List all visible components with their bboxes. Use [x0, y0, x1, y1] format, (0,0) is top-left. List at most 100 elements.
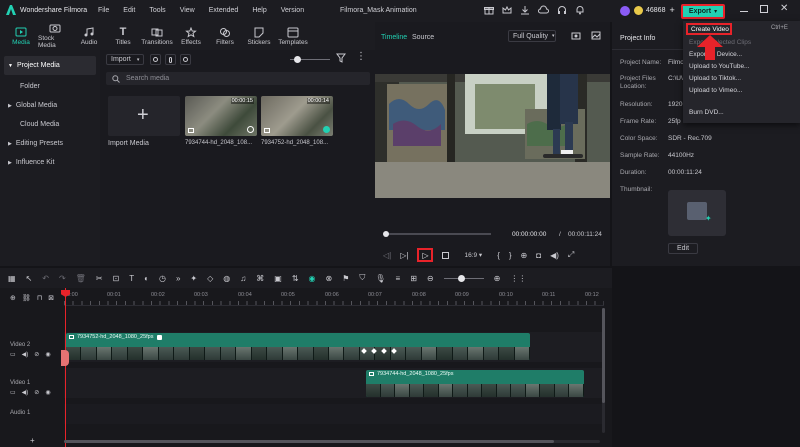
mix-icon[interactable]: ⊗ [326, 274, 333, 283]
tab-source[interactable]: Source [412, 34, 434, 41]
undo-icon[interactable]: ↶ [42, 274, 49, 283]
folder-icon[interactable]: ▭ [10, 389, 16, 396]
record-icon[interactable] [150, 54, 161, 65]
sidebar-item-editing-presets[interactable]: ▶ Editing Presets [0, 134, 100, 153]
select-tool-icon[interactable]: ↖ [26, 274, 33, 283]
tab-titles[interactable]: T Titles [106, 26, 140, 46]
tab-timeline[interactable]: Timeline [381, 34, 407, 41]
horizontal-scrollbar[interactable] [64, 440, 600, 443]
edit-thumbnail-button[interactable]: Edit [668, 243, 698, 254]
audio-ducking-icon[interactable]: ♫ [240, 274, 246, 283]
sidebar-item-project-media[interactable]: ▼ Project Media [4, 56, 96, 75]
timeline-playhead[interactable] [65, 288, 66, 447]
shield-icon[interactable]: ⛉ [359, 273, 365, 283]
quality-dropdown[interactable]: Full Quality ▾ [508, 30, 556, 42]
color-icon[interactable]: ◍ [223, 274, 230, 283]
search-input[interactable]: Search media [106, 72, 370, 85]
cloud-upload-icon[interactable] [538, 5, 549, 15]
mark-out-icon[interactable]: } [509, 251, 512, 260]
sidebar-item-influence-kit[interactable]: ▶ Influence Kit [0, 153, 100, 172]
aspect-ratio-dropdown[interactable]: 16:9 ▾ [464, 251, 482, 259]
keyframe-dot[interactable] [361, 348, 367, 354]
mask-icon[interactable]: ◐ [144, 274, 149, 283]
next-frame-icon[interactable]: ▷| [400, 251, 408, 260]
thumbnail-size-slider[interactable] [290, 56, 330, 63]
microphone-icon[interactable] [165, 54, 176, 65]
add-credits-icon[interactable]: + [669, 5, 674, 15]
marker-icon[interactable]: ⚑ [342, 274, 349, 283]
ai-cutout-icon[interactable]: ◉ [309, 274, 316, 283]
text-icon[interactable]: T [129, 274, 134, 283]
headset-icon[interactable] [557, 5, 567, 15]
zoom-icon[interactable]: ⊕ [521, 251, 528, 260]
lock-track-icon[interactable]: ⊠ [48, 294, 54, 302]
keyframe-dot[interactable] [391, 348, 397, 354]
tab-stock-media[interactable]: Stock Media [38, 23, 72, 49]
lock-icon[interactable]: ⊘ [34, 351, 39, 358]
create-video-item[interactable]: Create Video [686, 23, 732, 35]
sidebar-item-global-media[interactable]: ▶ Global Media [0, 96, 100, 115]
tab-transitions[interactable]: Transitions [140, 27, 174, 46]
add-track-icon[interactable]: ⊕ [10, 294, 16, 302]
scrollbar-thumb[interactable] [602, 308, 605, 403]
upload-youtube-item[interactable]: Upload to YouTube... [689, 63, 749, 70]
folder-icon[interactable]: ▭ [10, 351, 16, 358]
playback-progress[interactable] [383, 231, 491, 237]
timeline-ruler[interactable]: 00:00 00:01 00:02 00:03 00:04 00:05 00:0… [64, 288, 604, 306]
timeline-clip-video-2[interactable]: 7934752-hd_2048_1080_25fps [66, 333, 530, 360]
grid-menu-icon[interactable]: ⋮⋮ [510, 274, 526, 283]
more-tools-icon[interactable]: » [176, 274, 180, 283]
credits-badge[interactable]: 46868 + [634, 5, 675, 15]
menu-extended[interactable]: Extended [209, 7, 239, 14]
crop-icon[interactable]: ⊡ [113, 274, 120, 283]
layout-icon[interactable]: ▦ [8, 274, 16, 283]
green-screen-icon[interactable]: ▣ [274, 274, 282, 283]
mark-in-icon[interactable]: { [497, 251, 500, 260]
link-icon[interactable]: ⛓ [22, 294, 31, 302]
track-audio-1[interactable] [64, 404, 604, 424]
crown-icon[interactable] [502, 5, 512, 15]
timeline-clip-video-1[interactable]: 7934744-hd_2048_1080_25fps [366, 370, 584, 397]
speaker-icon[interactable]: ◀) [22, 351, 29, 358]
tab-media[interactable]: Media [4, 27, 38, 46]
menu-edit[interactable]: Edit [123, 7, 135, 14]
fullscreen-icon[interactable]: ⤢ [568, 250, 574, 260]
eye-icon[interactable]: ◉ [45, 389, 50, 396]
location-icon[interactable] [180, 54, 191, 65]
notification-icon[interactable] [575, 5, 585, 15]
upload-tiktok-item[interactable]: Upload to Tiktok... [689, 75, 741, 82]
play-button[interactable]: ▷ [417, 248, 434, 262]
tab-audio[interactable]: Audio [72, 26, 106, 46]
zoom-out-icon[interactable]: ⊖ [427, 274, 434, 283]
keyframe-dot[interactable] [381, 348, 387, 354]
slider-handle[interactable] [294, 56, 301, 63]
export-button[interactable]: Export ▾ [681, 4, 725, 19]
menu-view[interactable]: View [180, 7, 195, 14]
mic-record-icon[interactable]: 🎙 [375, 274, 385, 283]
speed-icon[interactable]: ◷ [159, 274, 166, 283]
zoom-slider-handle[interactable] [457, 274, 465, 282]
media-clip-thumb[interactable]: 00:00:14 [261, 96, 333, 136]
import-media-tile[interactable]: + [108, 96, 180, 136]
minimize-icon[interactable] [740, 11, 748, 12]
filter-icon[interactable] [336, 53, 346, 63]
ai-tools-icon[interactable]: ✦ [190, 274, 197, 283]
tab-effects[interactable]: Effects [174, 26, 208, 46]
magnet-icon[interactable]: ⊓ [37, 294, 42, 302]
split-icon[interactable]: ✂ [96, 274, 103, 283]
playhead-handle[interactable] [383, 231, 389, 237]
more-options-icon[interactable]: ⋮ [356, 51, 366, 62]
maximize-icon[interactable] [760, 5, 768, 13]
avatar[interactable] [620, 6, 630, 16]
menu-file[interactable]: File [98, 7, 109, 14]
render-icon[interactable]: ⇅ [292, 274, 299, 283]
menu-help[interactable]: Help [252, 7, 266, 14]
tab-stickers[interactable]: Stickers [242, 27, 276, 46]
download-icon[interactable] [520, 5, 530, 15]
sidebar-item-cloud-media[interactable]: Cloud Media [0, 115, 100, 134]
timeline-zoom-slider[interactable] [443, 274, 484, 282]
menu-version[interactable]: Version [281, 7, 304, 14]
import-dropdown[interactable]: Import ▾ [106, 54, 144, 65]
sidebar-item-folder[interactable]: Folder [0, 77, 100, 96]
lock-icon[interactable]: ⊘ [34, 389, 39, 396]
